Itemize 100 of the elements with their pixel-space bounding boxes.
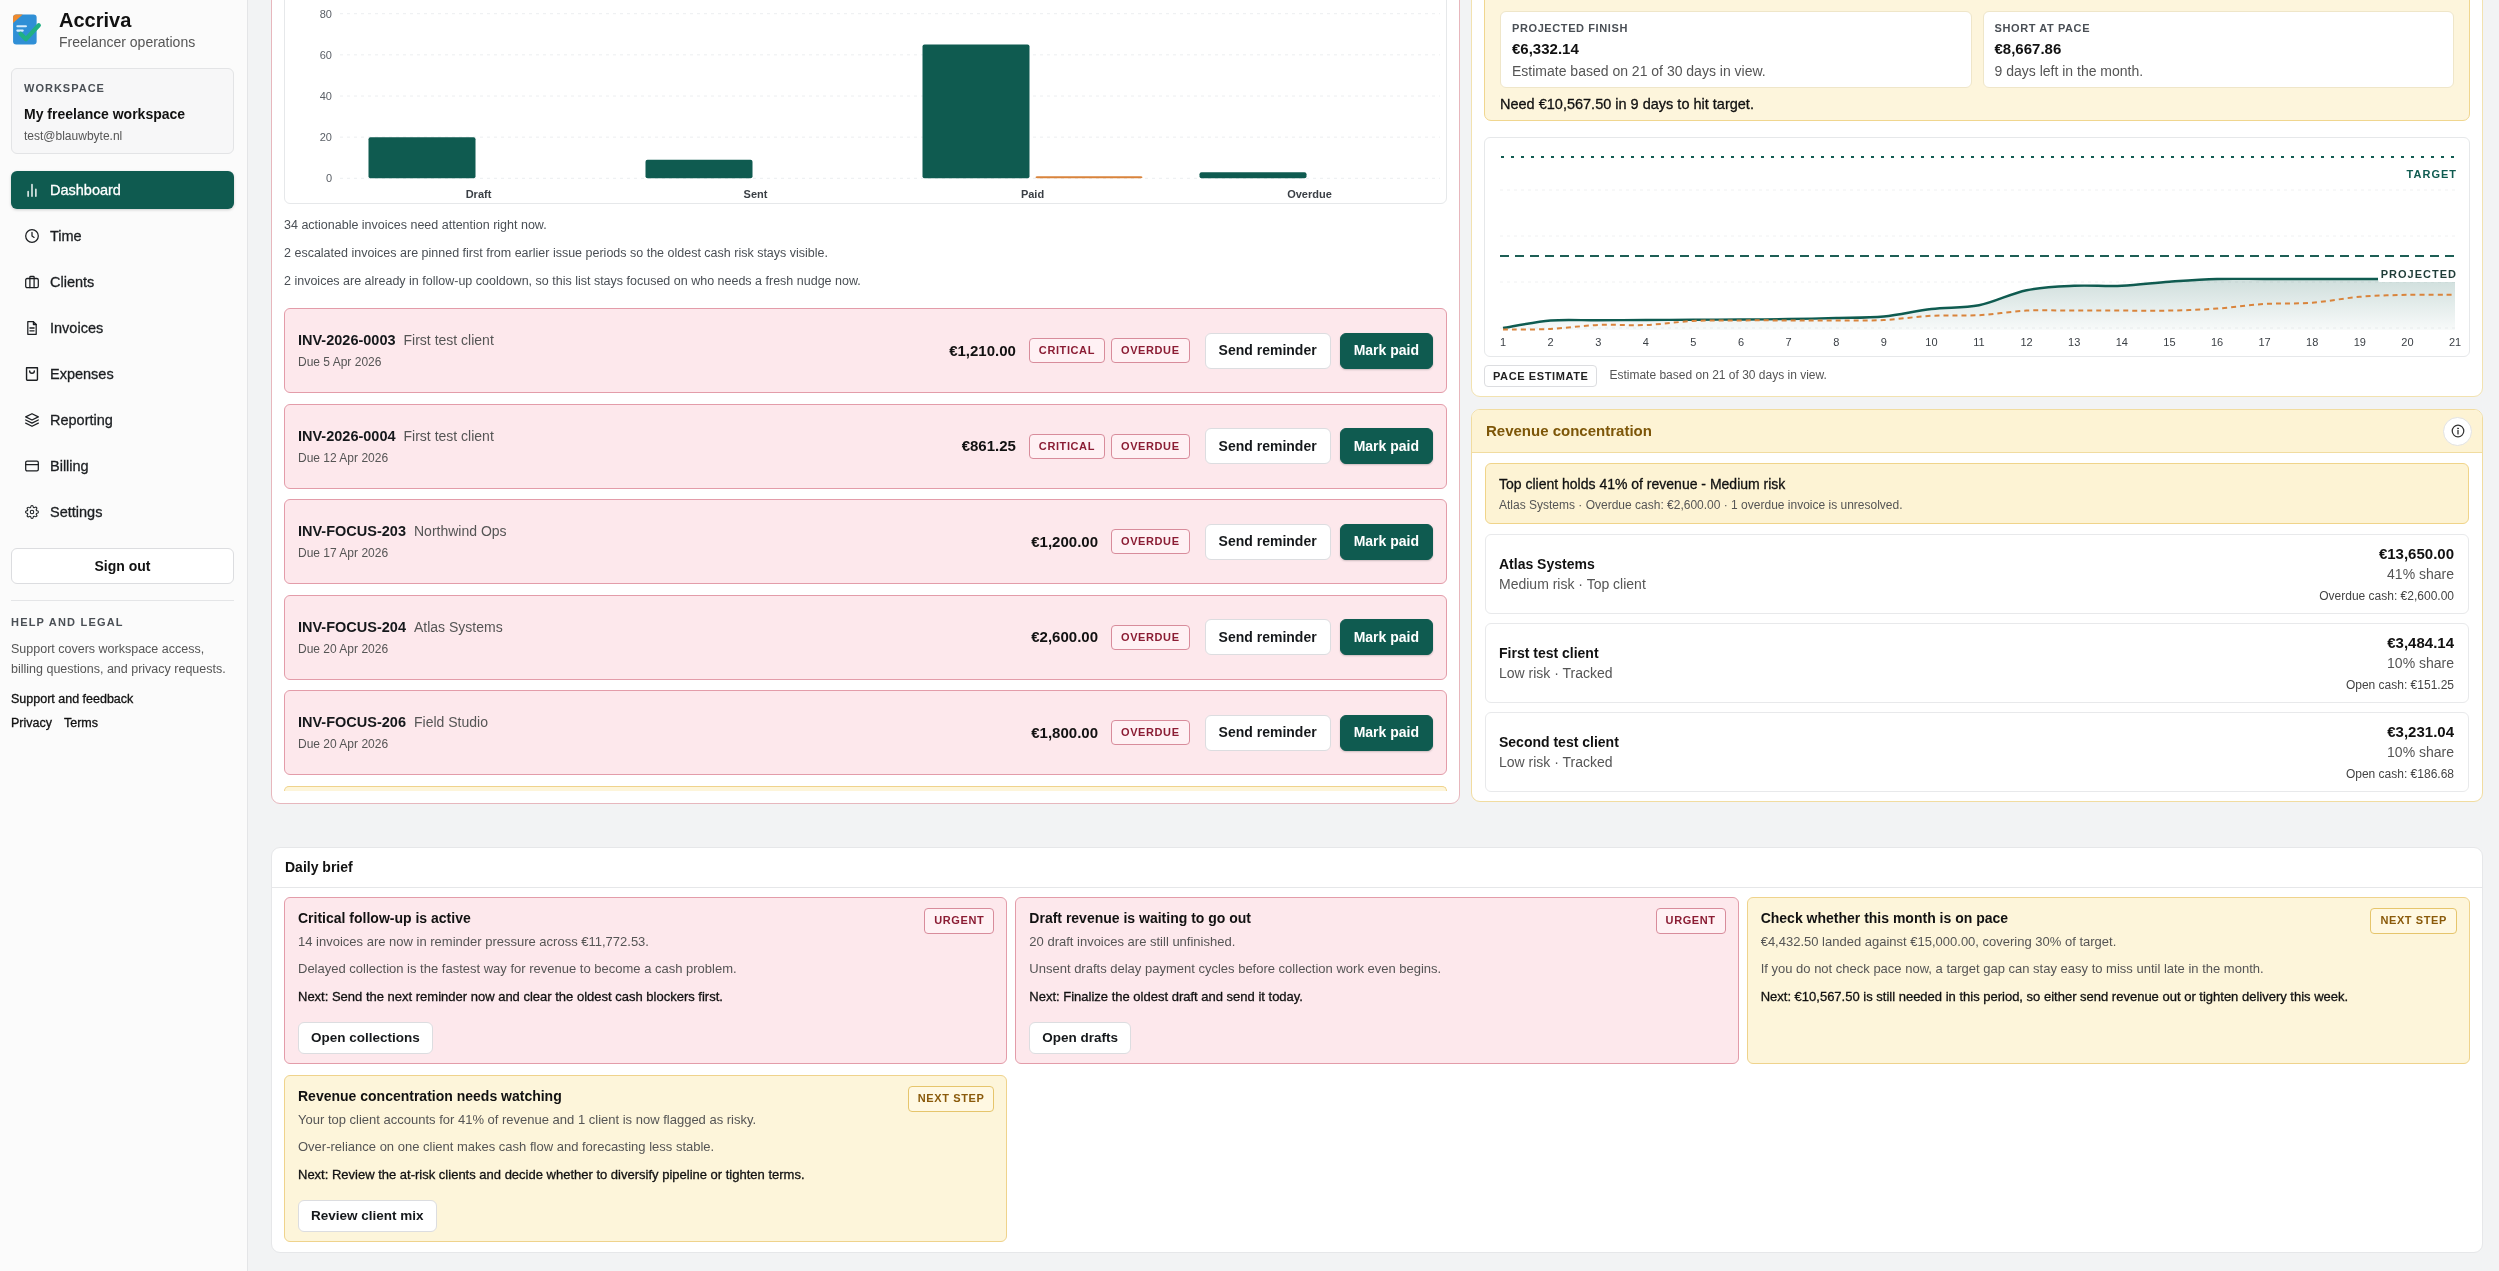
axis-label: Overdue [1287,188,1332,200]
briefcase-icon [25,275,39,289]
mark-paid-button[interactable]: Mark paid [1339,332,1433,369]
axis-label: 60 [319,48,332,61]
axis-label: 12 [2020,336,2033,348]
brief-text: 20 draft invoices are still unfinished. [1029,932,1237,951]
invoice-number: INV-2026-0004 [298,426,396,445]
mark-paid-button[interactable]: Mark paid [1339,714,1433,751]
client-name: Northwind Ops [414,522,507,540]
stat-caption: Estimate based on 21 of 30 days in view. [1512,62,1767,80]
workspace-name: My freelance workspace [24,105,187,123]
invoice-amount: €861.25 [961,436,1016,456]
status-badge: OVERDUE [1111,338,1190,363]
client-name: First test client [403,331,494,349]
send-reminder-button[interactable]: Send reminder [1204,619,1331,655]
axis-label: 21 [2448,336,2462,348]
brand-name: Accriva [59,8,133,32]
client-revenue: €3,484.14 [2386,633,2454,653]
axis-label: 15 [2163,336,2176,348]
info-button[interactable] [2443,416,2472,446]
nav-item[interactable]: Invoices [11,309,234,347]
invoice-number: INV-FOCUS-203 [298,522,406,540]
send-reminder-button[interactable]: Send reminder [1204,523,1331,560]
summary-note: 2 escalated invoices are pinned first from earlier issue periods so the oldest cash risk stays visible. [284,245,829,262]
client-revenue: €3,231.04 [2386,722,2454,742]
settings-icon [25,505,39,519]
bar-chart-icon [25,183,39,197]
axis-label: 80 [319,7,332,20]
brief-action-button[interactable]: Review client mix [298,1199,437,1232]
due-date: Due 12 Apr 2026 [298,449,390,466]
summary-note: 2 invoices are already in follow-up cooldown, so this list stays focused on who needs a fresh nudge now. [284,273,862,290]
brief-action-button[interactable]: Open drafts [1029,1021,1132,1054]
card-title: Daily brief [285,857,353,877]
axis-label: 13 [2068,336,2081,348]
axis-label: 5 [1690,336,1697,348]
send-reminder-button[interactable]: Send reminder [1204,714,1331,751]
due-date: Due 20 Apr 2026 [298,640,390,657]
stat-label: SHORT AT PACE [1994,21,2092,35]
estimate-note: Estimate based on 21 of 30 days in view. [1609,368,1827,384]
client-name: First test client [1499,644,1600,662]
client-share: 41% share [2386,565,2454,583]
client-name: Atlas Systems [1499,555,1596,573]
next-step-text: Next: €10,567.50 is still needed in this period, so either send revenue out or tighten delivery this week. [1760,988,2350,1006]
axis-label: 3 [1595,336,1602,348]
brief-action-button[interactable]: Open collections [298,1021,433,1054]
help-text: Support covers workspace access, billing questions, and privacy requests. [11,641,227,678]
alert-detail: Atlas Systems · Overdue cash: €2,600.00 · 1 overdue invoice is unresolved. [1499,497,1904,513]
send-reminder-button[interactable]: Send reminder [1204,428,1331,464]
mark-paid-button[interactable]: Mark paid [1339,523,1433,560]
due-date: Due 5 Apr 2026 [298,354,383,370]
nav-item[interactable]: Settings [11,493,234,531]
client-risk: Medium risk · Top client [1499,575,1646,593]
due-date: Due 20 Apr 2026 [298,736,390,752]
nav-item[interactable]: Time [11,217,234,255]
next-step-text: Next: Send the next reminder now and clear the oldest cash blockers first. [298,988,724,1006]
nav-item[interactable]: Clients [11,263,234,301]
client-share: 10% share [2386,743,2454,761]
brief-text: Delayed collection is the fastest way for revenue to become a cash problem. [298,959,738,978]
mark-paid-button[interactable]: Mark paid [1339,619,1433,655]
shopping-bag-icon [25,367,39,381]
legal-link[interactable]: Privacy [11,713,52,733]
next-step-text: Next: Review the at-risk clients and decide whether to diversify pipeline or tighten terms. [298,1166,806,1184]
nav-item[interactable]: Expenses [11,355,234,393]
axis-label: 10 [1925,336,1938,348]
client-name: Atlas Systems [414,617,503,636]
axis-label: 0 [325,172,332,185]
nav-item[interactable]: Billing [11,447,234,485]
axis-label: 1 [1499,336,1507,348]
client-risk: Low risk · Tracked [1499,753,1614,771]
axis-label: 14 [2115,336,2128,348]
mark-paid-button[interactable]: Mark paid [1339,428,1433,464]
brand-tagline: Freelancer operations [59,33,196,51]
legal-link[interactable]: Terms [64,713,98,733]
invoice-amount: €1,200.00 [1031,531,1098,552]
client-name: Second test client [1499,733,1619,751]
axis-label: 6 [1737,336,1745,348]
nav-item[interactable]: Reporting [11,401,234,439]
stat-label: PROJECTED FINISH [1512,21,1629,35]
client-cash: Open cash: €186.68 [2345,766,2454,782]
section-heading: HELP AND LEGAL [11,615,125,629]
brief-text: Your top client accounts for 41% of revenue and 1 client is now flagged as risky. [298,1110,758,1129]
brief-title: Critical follow-up is active [298,908,471,927]
document-check-icon [12,13,42,46]
axis-label: 8 [1833,336,1840,348]
brief-text: If you do not check pace now, a target gap can stay easy to miss until late in the month. [1760,959,2265,978]
credit-card-icon [25,459,39,473]
brief-text: 14 invoices are now in reminder pressure across €11,772.53. [298,932,650,951]
send-reminder-button[interactable]: Send reminder [1204,332,1331,369]
status-badge: OVERDUE [1111,720,1190,745]
summary-note: 34 actionable invoices need attention right now. [284,217,548,234]
support-link[interactable]: Support and feedback [11,689,134,709]
sign-out-button[interactable]: Sign out [11,548,234,584]
axis-label: 7 [1785,336,1792,348]
status-badge: OVERDUE [1111,624,1190,650]
priority-tag: NEXT STEP [907,1085,995,1112]
nav-item[interactable]: Dashboard [11,171,234,209]
workspace-email: test@blauwbyte.nl [24,128,124,144]
status-badge: CRITICAL [1028,433,1105,459]
brief-title: Draft revenue is waiting to go out [1029,908,1251,927]
axis-label: 19 [2353,336,2366,348]
